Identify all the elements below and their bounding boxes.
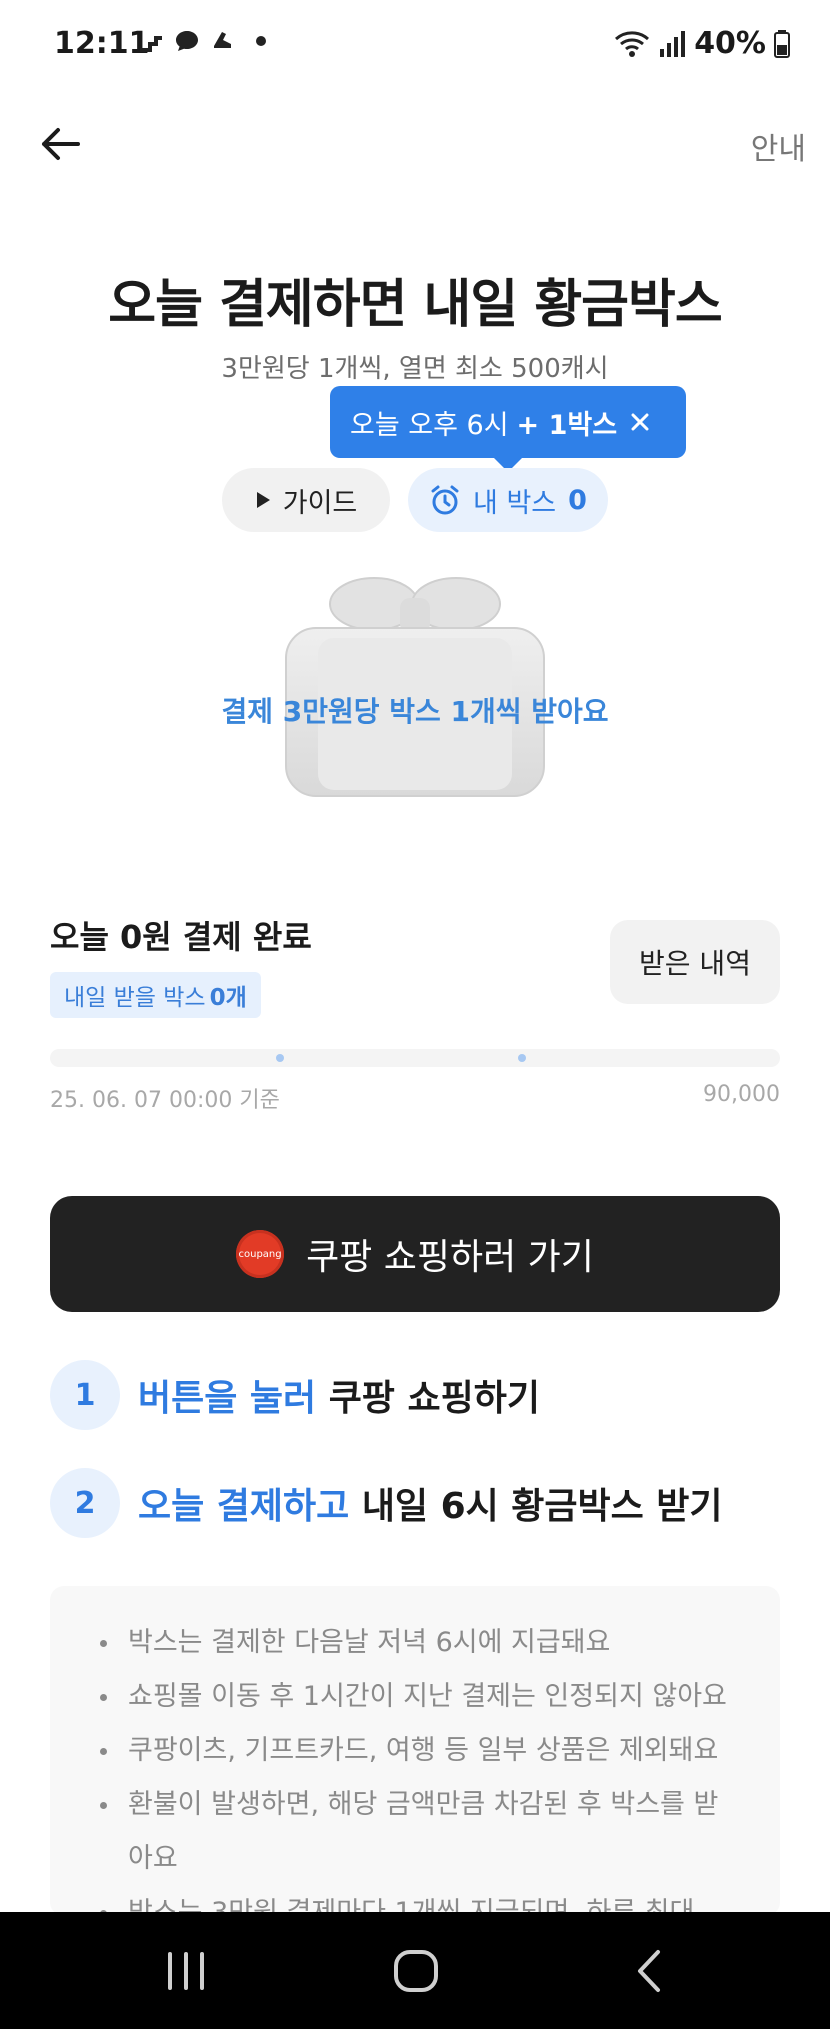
notice-item: 쇼핑몰 이동 후 1시간이 지난 결제는 인정되지 않아요: [100, 1670, 740, 1724]
coupang-logo: coupang: [236, 1230, 285, 1278]
notification-app-icon: [140, 36, 162, 52]
wifi-icon: [615, 30, 650, 57]
received-history-button[interactable]: 받은 내역: [610, 920, 780, 1004]
alarm-clock-icon: [431, 485, 459, 515]
signal-icon: [660, 30, 686, 57]
tooltip-bonus: + 1박스: [516, 409, 618, 441]
step-number: 1: [50, 1360, 120, 1430]
step-text: 오늘 결제하고 내일 6시 황금박스 받기: [138, 1477, 723, 1529]
more-notifications-dot: [256, 36, 266, 46]
reward-tooltip: 오늘 오후 6시 + 1박스: [330, 386, 686, 458]
progress-timestamp: 25. 06. 07 00:00 기준: [50, 1088, 280, 1113]
gift-box-illustration: [285, 577, 545, 797]
step-2: 2 오늘 결제하고 내일 6시 황금박스 받기: [50, 1468, 723, 1538]
system-icons: 40%: [614, 26, 790, 61]
notice-item: 쿠팡이츠, 기프트카드, 여행 등 일부 상품은 제외돼요: [100, 1724, 740, 1778]
tomorrow-box-badge: 내일 받을 박스 0개: [50, 972, 261, 1018]
system-nav-bar: [0, 1912, 830, 2029]
step-1: 1 버튼을 눌러 쿠팡 쇼핑하기: [50, 1360, 540, 1430]
go-shopping-label: 쿠팡 쇼핑하러 가기: [306, 1237, 594, 1278]
step-highlight: 버튼을 눌러: [138, 1378, 317, 1419]
tomorrow-box-label: 내일 받을 박스: [64, 985, 206, 1011]
my-box-label: 내 박스: [473, 487, 557, 519]
page-title: 오늘 결제하면 내일 황금박스: [108, 275, 722, 335]
progress-marker-60000: [518, 1054, 526, 1062]
step-rest: 내일 6시 황금박스 받기: [361, 1486, 723, 1527]
notice-item: 박스는 결제한 다음날 저녁 6시에 지급돼요: [100, 1616, 740, 1670]
page-subtitle: 3만원당 1개씩, 열면 최소 500캐시: [221, 354, 609, 384]
status-time: 12:11: [54, 26, 150, 61]
tomorrow-box-count: 0개: [209, 985, 247, 1011]
payment-progress-bar: [50, 1049, 780, 1067]
info-link[interactable]: 안내: [751, 124, 806, 168]
progress-max: 90,000: [703, 1082, 780, 1107]
shoe-icon: [214, 32, 231, 48]
step-number: 2: [50, 1468, 120, 1538]
battery-percent: 40%: [694, 26, 766, 61]
chat-bubble-icon: [176, 31, 198, 51]
progress-marker-30000: [276, 1054, 284, 1062]
coupang-logo-text: coupang: [238, 1248, 282, 1260]
status-bar: 12:11 40%: [0, 0, 830, 90]
step-rest: 쿠팡 쇼핑하기: [328, 1378, 540, 1419]
step-highlight: 오늘 결제하고: [138, 1486, 350, 1527]
my-box-count: 0: [568, 484, 587, 516]
notice-item: 환불이 발생하면, 해당 금액만큼 차감된 후 박스를 받아요: [100, 1778, 740, 1886]
today-payment-status: 오늘 0원 결제 완료: [50, 918, 312, 956]
back-icon[interactable]: [620, 1944, 680, 1998]
notice-box: 박스는 결제한 다음날 저녁 6시에 지급돼요 쇼핑몰 이동 후 1시간이 지난…: [50, 1586, 780, 1916]
home-icon[interactable]: [386, 1944, 446, 1998]
close-icon[interactable]: [624, 406, 656, 438]
battery-icon: [774, 29, 790, 58]
recent-apps-icon[interactable]: [156, 1944, 216, 1998]
gift-caption: 결제 3만원당 박스 1개씩 받아요: [221, 695, 609, 728]
back-arrow-icon[interactable]: [36, 120, 84, 168]
step-text: 버튼을 눌러 쿠팡 쇼핑하기: [138, 1369, 540, 1421]
notice-list: 박스는 결제한 다음날 저녁 6시에 지급돼요 쇼핑몰 이동 후 1시간이 지난…: [100, 1616, 740, 1916]
my-box-button[interactable]: 내 박스 0: [408, 468, 608, 532]
tooltip-text: 오늘 오후 6시: [350, 409, 509, 441]
go-shopping-button[interactable]: coupang 쿠팡 쇼핑하러 가기: [50, 1196, 780, 1312]
play-icon: [256, 492, 270, 508]
notification-icons: [138, 28, 266, 54]
guide-button[interactable]: 가이드: [222, 468, 390, 532]
guide-label: 가이드: [282, 487, 358, 519]
